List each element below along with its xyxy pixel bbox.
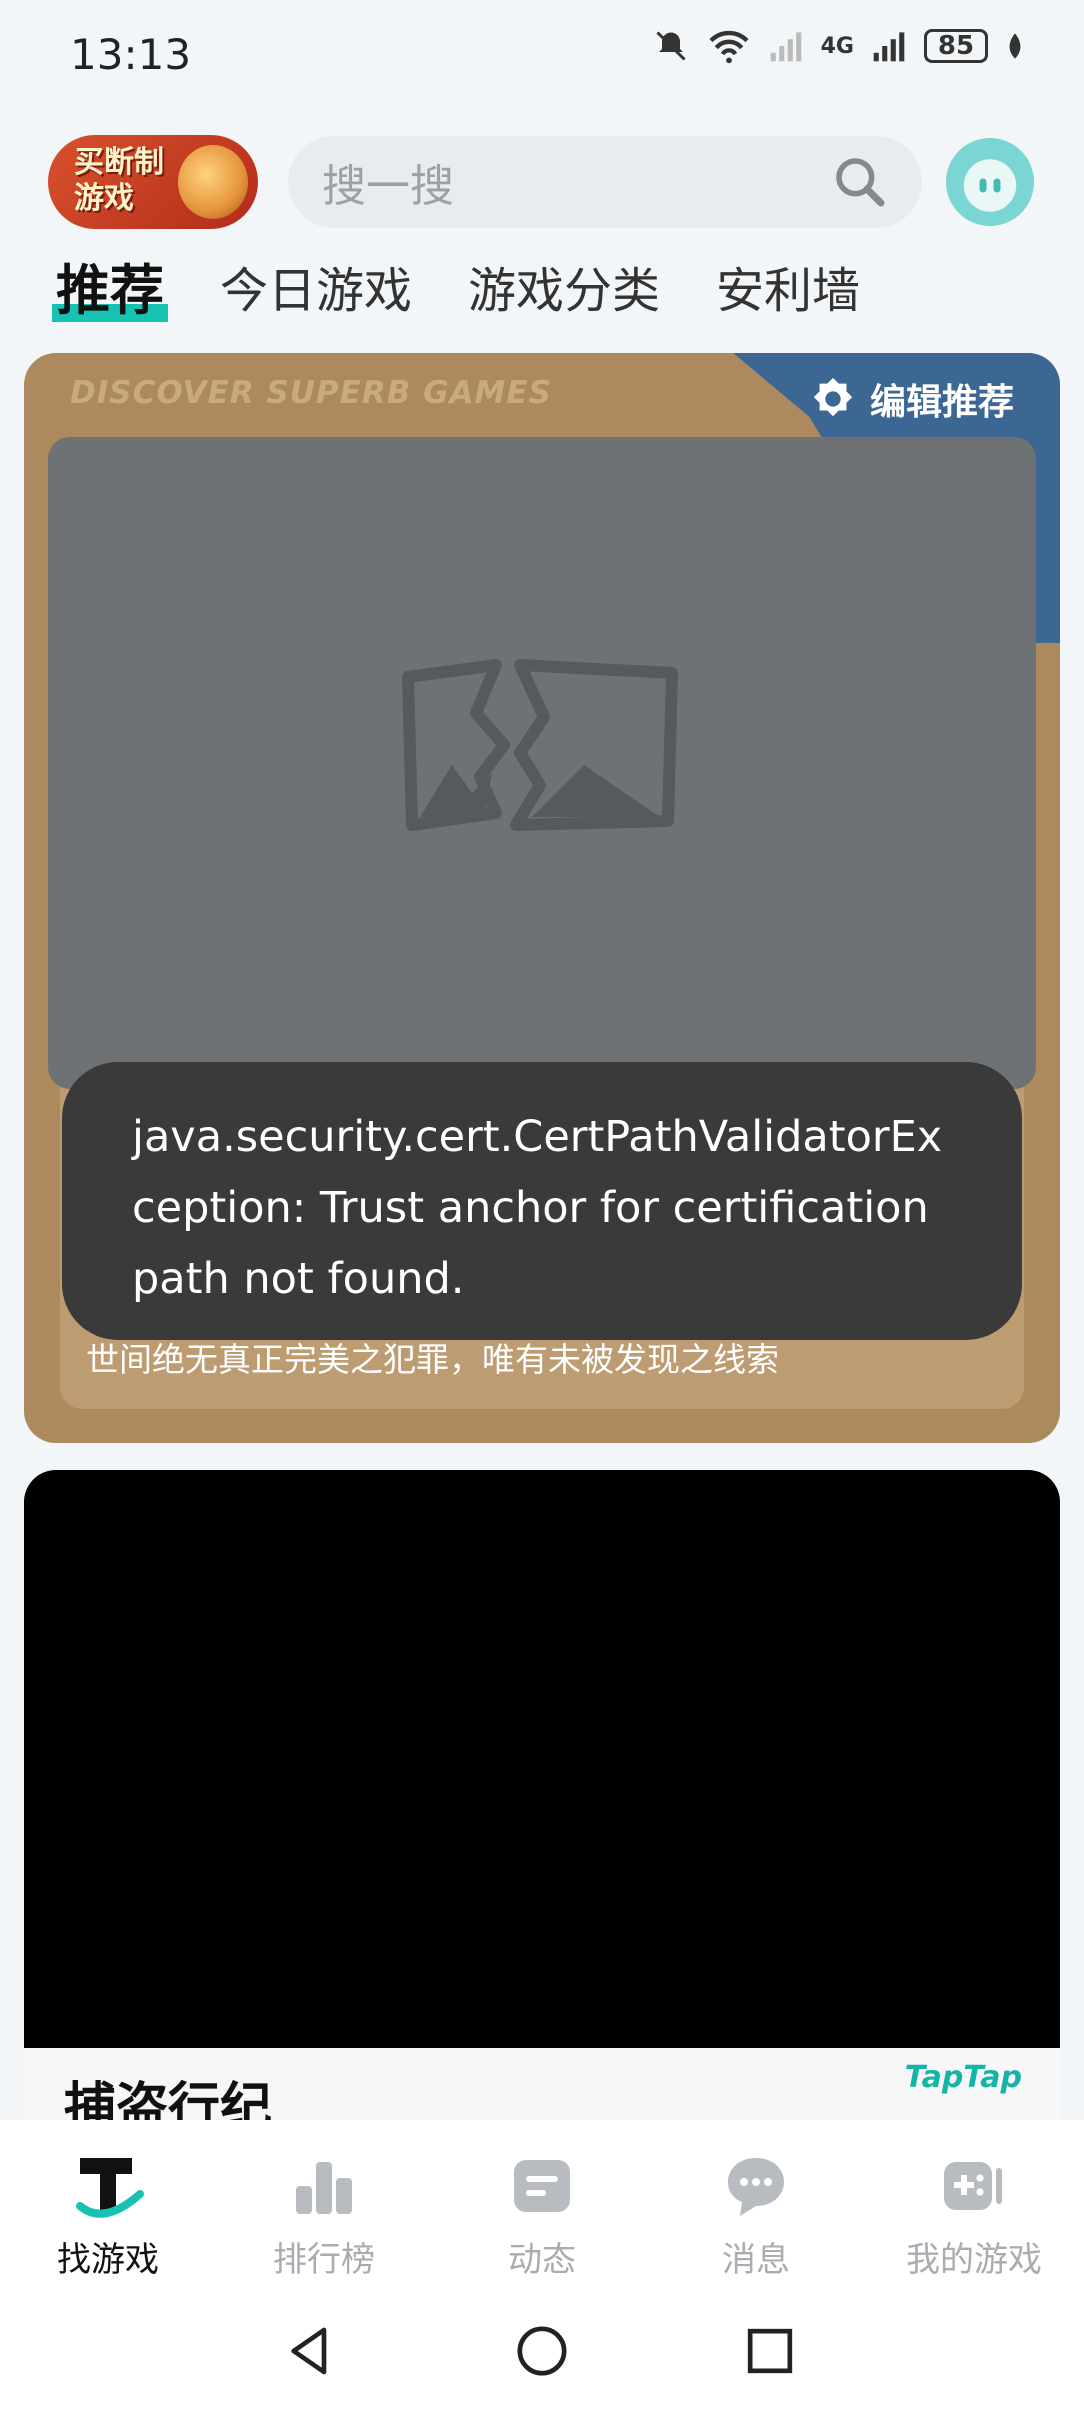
nav-feed[interactable]: 动态 (442, 2150, 642, 2281)
recent-apps-icon[interactable] (742, 2323, 798, 2379)
nav-label-my-games: 我的游戏 (906, 2240, 1042, 2280)
tab-recommend-wall[interactable]: 安利墙 (716, 256, 860, 326)
avatar-face-icon (963, 159, 1017, 212)
battery-indicator: 85 (924, 29, 988, 63)
system-navigation-bar (0, 2295, 1084, 2412)
nav-ranking[interactable]: 排行榜 (224, 2150, 424, 2281)
bottom-nav: 找游戏 排行榜 动态 消息 我的游戏 (0, 2120, 1084, 2295)
discover-banner: DISCOVER SUPERB GAMES (70, 375, 552, 411)
network-type: 4G (820, 33, 854, 59)
game-tagline: 世间绝无真正完美之犯罪，唯有未被发现之线索 (86, 1340, 779, 1379)
wifi-icon (709, 30, 749, 64)
nav-label-ranking: 排行榜 (273, 2240, 375, 2280)
tab-game-categories[interactable]: 游戏分类 (468, 256, 660, 326)
editor-badge-icon (813, 377, 853, 417)
game-cover-image[interactable] (48, 437, 1036, 1089)
error-toast: java.security.cert.CertPathValidatorExce… (62, 1062, 1022, 1340)
nav-my-games[interactable]: 我的游戏 (874, 2150, 1074, 2281)
back-icon[interactable] (282, 2323, 338, 2379)
mute-bell-icon (656, 31, 686, 61)
status-time: 13:13 (70, 30, 192, 79)
editor-pick-label: 编辑推荐 (810, 373, 1014, 425)
search-bar[interactable]: 搜一搜 (288, 136, 922, 228)
my-games-icon (944, 2162, 1002, 2210)
promo-banner[interactable]: 买断制游戏 (48, 135, 258, 229)
find-game-icon (76, 2158, 144, 2218)
top-tabs: 推荐 今日游戏 游戏分类 安利墙 (52, 256, 860, 326)
ranking-icon (296, 2162, 352, 2214)
game-video-card[interactable]: 捕盗行纪 TapTap (24, 1470, 1060, 2170)
nav-label-find-game: 找游戏 (57, 2240, 159, 2280)
promo-text: 买断制游戏 (74, 145, 164, 216)
status-icons: 4G 85 (653, 28, 1024, 64)
leaf-icon (1009, 33, 1021, 59)
status-bar: 13:13 4G 85 (0, 0, 1084, 110)
tab-today-games[interactable]: 今日游戏 (220, 256, 412, 326)
avatar[interactable] (946, 138, 1034, 226)
tab-recommend[interactable]: 推荐 (52, 256, 168, 326)
nav-find-game[interactable]: 找游戏 (8, 2150, 208, 2281)
promo-character-image (178, 145, 248, 219)
nav-label-feed: 动态 (508, 2240, 576, 2280)
nav-messages[interactable]: 消息 (656, 2150, 856, 2281)
signal-icon (873, 32, 905, 62)
nav-label-messages: 消息 (722, 2240, 790, 2280)
message-icon (728, 2158, 784, 2216)
taptap-rating-label: TapTap (904, 2060, 1022, 2095)
feed-icon (514, 2160, 570, 2212)
broken-image-icon (402, 659, 678, 831)
search-placeholder: 搜一搜 (322, 161, 454, 212)
search-icon[interactable] (832, 154, 888, 210)
signal-weak-icon (770, 32, 801, 62)
home-icon[interactable] (514, 2323, 570, 2379)
editor-pick-text: 编辑推荐 (869, 382, 1014, 423)
